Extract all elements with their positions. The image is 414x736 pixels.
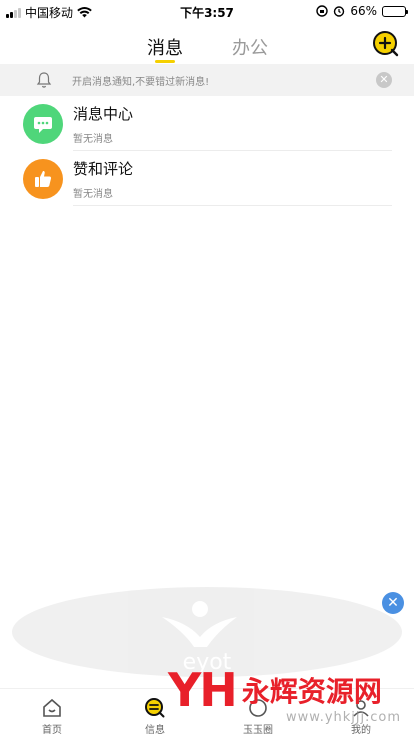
float-close-icon[interactable]: ✕ (382, 592, 404, 614)
brand-logo: YH (168, 663, 238, 717)
notification-text: 开启消息通知,不要错过新消息! (72, 77, 210, 88)
active-tab-indicator (155, 60, 175, 63)
list-item-subtitle: 暂无消息 (73, 134, 113, 145)
rotation-lock-icon (316, 5, 329, 17)
home-icon (43, 698, 61, 717)
status-bar: 中国移动 下午3:57 66% (0, 0, 414, 22)
alarm-icon (334, 6, 345, 17)
tab-label: 首页 (42, 725, 62, 736)
message-icon (145, 698, 165, 718)
brand-url: www.yhkjjj.com (286, 710, 402, 725)
battery-percent: 66% (350, 4, 377, 18)
status-right: 66% (316, 4, 408, 18)
chat-icon (23, 104, 63, 144)
tab-messages[interactable]: 消息 (147, 34, 183, 60)
list-item-title: 消息中心 (73, 105, 134, 123)
tab-home[interactable]: 首页 (22, 689, 82, 736)
list-item-subtitle: 暂无消息 (73, 189, 113, 200)
brand-name: 永辉资源网 (241, 675, 382, 708)
header: 消息 办公 (0, 22, 414, 64)
plus-chat-icon[interactable] (372, 30, 400, 58)
brand-watermark: YH 永辉资源网 www.yhkjjj.com (168, 650, 400, 730)
bell-icon (36, 72, 52, 88)
thumb-up-icon (23, 159, 63, 199)
list-item-title: 赞和评论 (73, 160, 134, 178)
close-icon[interactable]: ✕ (376, 72, 392, 88)
notification-banner[interactable]: 开启消息通知,不要错过新消息! ✕ (0, 64, 414, 96)
message-list: 消息中心 暂无消息 赞和评论 暂无消息 (0, 96, 414, 206)
divider (73, 205, 392, 206)
tab-office[interactable]: 办公 (232, 34, 268, 60)
battery-icon (382, 5, 408, 17)
list-item-likes-comments[interactable]: 赞和评论 暂无消息 (0, 151, 414, 206)
list-item-message-center[interactable]: 消息中心 暂无消息 (0, 96, 414, 151)
